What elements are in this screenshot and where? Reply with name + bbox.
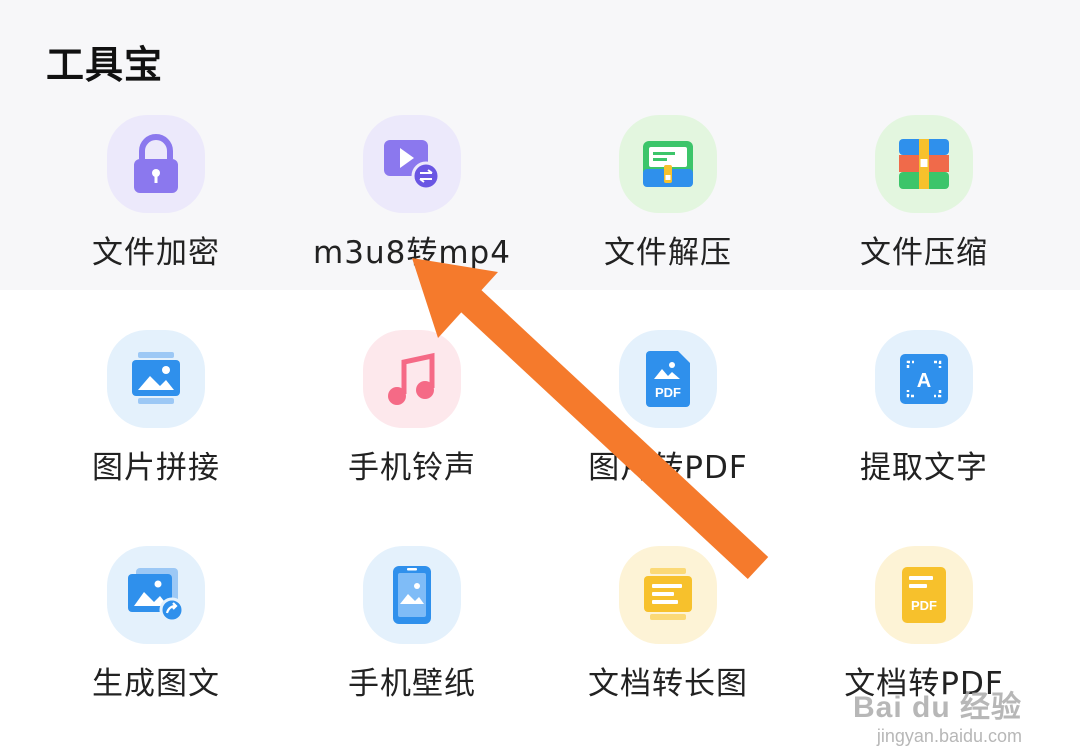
doc-pdf-icon: PDF — [902, 567, 946, 623]
tool-label: m3u8转mp4 — [313, 235, 511, 271]
tool-image-stitch[interactable]: 图片拼接 — [28, 330, 284, 520]
tool-generate-image-text[interactable]: 生成图文 — [28, 546, 284, 736]
tool-label: 图片转PDF — [588, 450, 748, 486]
tool-grid: 文件加密 m3u8转mp4 文件解压 文件压缩 图片拼接 手机铃声 PDF 图片… — [0, 0, 1080, 755]
tool-label: 手机壁纸 — [348, 666, 476, 702]
image-text-icon — [128, 568, 185, 623]
tool-file-compress[interactable]: 文件压缩 — [796, 115, 1052, 305]
tool-m3u8-to-mp4[interactable]: m3u8转mp4 — [284, 115, 540, 305]
tool-tile: PDF — [875, 546, 973, 644]
tool-file-encrypt[interactable]: 文件加密 — [28, 115, 284, 305]
unzip-icon — [643, 141, 693, 187]
text-extract-icon: A — [900, 354, 948, 404]
tool-tile — [107, 546, 205, 644]
tool-image-to-pdf[interactable]: PDF 图片转PDF — [540, 330, 796, 520]
tool-extract-text[interactable]: A 提取文字 — [796, 330, 1052, 520]
lock-icon — [134, 134, 178, 193]
doc-long-image-icon — [644, 568, 692, 620]
archive-icon — [899, 139, 949, 189]
tool-phone-wallpaper[interactable]: 手机壁纸 — [284, 546, 540, 736]
tool-tile: PDF — [619, 330, 717, 428]
tool-doc-to-long-image[interactable]: 文档转长图 — [540, 546, 796, 736]
pdf-label-text: PDF — [655, 385, 681, 400]
tool-file-unzip[interactable]: 文件解压 — [540, 115, 796, 305]
tool-label: 文件加密 — [92, 235, 220, 271]
tool-tile — [363, 330, 461, 428]
image-stitch-icon — [132, 352, 180, 404]
letter-a-text: A — [917, 370, 931, 392]
tool-tile — [875, 115, 973, 213]
tool-label: 手机铃声 — [348, 450, 476, 486]
tool-tile — [363, 115, 461, 213]
image-pdf-icon: PDF — [646, 351, 690, 407]
tool-tile: A — [875, 330, 973, 428]
tool-tile — [619, 115, 717, 213]
video-convert-icon — [384, 140, 441, 191]
music-note-icon — [388, 352, 435, 405]
tool-doc-to-pdf[interactable]: PDF 文档转PDF — [796, 546, 1052, 736]
tool-ringtone[interactable]: 手机铃声 — [284, 330, 540, 520]
tool-label: 文档转PDF — [844, 666, 1004, 702]
pdf-label-text: PDF — [911, 598, 937, 613]
tool-tile — [619, 546, 717, 644]
tool-label: 图片拼接 — [92, 450, 220, 486]
tool-tile — [107, 115, 205, 213]
tool-label: 文件解压 — [604, 235, 732, 271]
tool-label: 文件压缩 — [860, 235, 988, 271]
tool-tile — [363, 546, 461, 644]
tool-label: 文档转长图 — [588, 666, 748, 702]
tool-label: 提取文字 — [860, 450, 988, 486]
phone-wallpaper-icon — [393, 566, 431, 624]
tool-label: 生成图文 — [92, 666, 220, 702]
tool-tile — [107, 330, 205, 428]
